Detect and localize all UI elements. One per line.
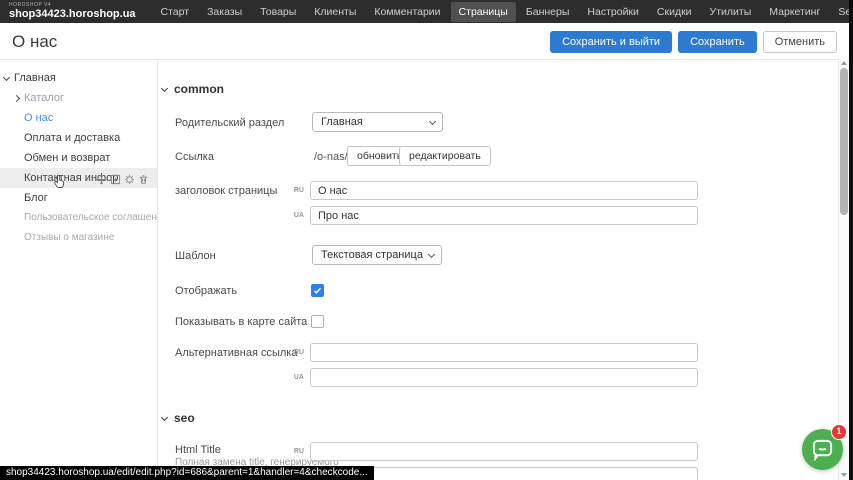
chevron-down-icon	[161, 85, 168, 92]
chevron-down-icon	[429, 118, 436, 125]
html-title-ru-input[interactable]	[310, 442, 698, 461]
screen-edge-strip	[849, 0, 853, 480]
sidebar-item-o-nas[interactable]: О нас	[0, 108, 157, 128]
menu-item-zakazy[interactable]: Заказы	[199, 2, 250, 22]
field-label-html-title: Html Title	[175, 444, 221, 456]
sidebar-item-label: О нас	[0, 112, 53, 124]
sidebar-item-oplata-i-dostavka[interactable]: Оплата и доставка	[0, 128, 157, 148]
lang-tag-ua: UA	[288, 212, 304, 219]
page-title-ua-input[interactable]	[310, 206, 698, 225]
section-label: common	[174, 82, 224, 96]
scroll-down-icon[interactable]	[841, 473, 847, 477]
sidebar-item-label: Обмен и возврат	[0, 152, 110, 164]
scrollbar-thumb[interactable]	[840, 68, 848, 215]
field-label-alt-link: Альтернативная ссылка	[175, 347, 297, 359]
menu-item-tovary[interactable]: Товары	[252, 2, 304, 22]
link-edit-button[interactable]: редактировать	[399, 146, 491, 166]
field-label-parent-section: Родительский раздел	[175, 117, 284, 129]
section-label: seo	[174, 411, 195, 425]
chat-notification-badge: 1	[831, 424, 847, 440]
menu-item-bannery[interactable]: Баннеры	[518, 2, 578, 22]
alt-link-ua-input[interactable]	[310, 368, 698, 387]
sidebar-item-label: Блог	[0, 192, 48, 204]
menu-item-stranitsy[interactable]: Страницы	[451, 2, 516, 22]
field-label-link: Ссылка	[175, 151, 214, 163]
sidebar-item-glavnaya[interactable]: Главная	[0, 68, 157, 88]
logo[interactable]: HOROSHOP V4 shop34423.horoshop.ua	[9, 3, 136, 20]
settings-icon[interactable]	[124, 172, 135, 183]
menu-item-kommentarii[interactable]: Комментарии	[366, 2, 448, 22]
scroll-up-icon[interactable]	[841, 61, 847, 65]
parent-section-select[interactable]: Главная	[312, 112, 443, 132]
sidebar-item-otzyvy-o-magazine[interactable]: Отзывы о магазине	[0, 228, 157, 248]
header-actions: Сохранить и выйти Сохранить Отменить	[550, 31, 837, 53]
sidebar-item-label: Отзывы о магазине	[0, 232, 114, 243]
menu-item-nastroyki[interactable]: Настройки	[579, 2, 647, 22]
menu-item-utility[interactable]: Утилиты	[702, 2, 760, 22]
logo-domain: shop34423.horoshop.ua	[9, 9, 136, 20]
pages-tree-sidebar: Главная Каталог О нас Оплата и доставка …	[0, 60, 157, 480]
page-title: О нас	[12, 32, 57, 52]
chat-bubble-icon	[811, 438, 834, 461]
template-select[interactable]: Текстовая страница	[312, 245, 442, 265]
sidebar-divider	[157, 60, 158, 480]
menu-item-skidki[interactable]: Скидки	[649, 2, 700, 22]
lang-tag-ru: RU	[288, 448, 304, 455]
field-label-page-title: заголовок страницы	[175, 185, 277, 197]
page-header: О нас Сохранить и выйти Сохранить Отмени…	[0, 23, 853, 60]
field-label-display: Отображать	[175, 285, 237, 297]
sidebar-item-label: Каталог	[0, 92, 64, 104]
field-label-template: Шаблон	[175, 250, 216, 262]
select-value: Главная	[321, 116, 363, 128]
sidebar-item-polzovatelskoe-soglashenie[interactable]: Пользовательское соглашение	[0, 208, 157, 228]
sidebar-item-kontaktnaya-infor[interactable]: Контактная инфор	[0, 168, 157, 188]
menu-item-klienty[interactable]: Клиенты	[306, 2, 364, 22]
save-button[interactable]: Сохранить	[678, 31, 757, 53]
section-common[interactable]: common	[162, 82, 224, 96]
page-title-ru-input[interactable]	[310, 181, 698, 200]
lang-tag-ru: RU	[288, 349, 304, 356]
status-bar-url: shop34423.horoshop.ua/edit/edit.php?id=6…	[0, 466, 374, 480]
menu-item-start[interactable]: Старт	[153, 2, 198, 22]
add-icon[interactable]	[110, 172, 121, 183]
move-icon[interactable]	[96, 172, 107, 183]
sidebar-item-katalog[interactable]: Каталог	[0, 88, 157, 108]
sidebar-item-obmen-i-vozvrat[interactable]: Обмен и возврат	[0, 148, 157, 168]
sidebar-item-blog[interactable]: Блог	[0, 188, 157, 208]
select-value: Текстовая страница	[321, 249, 423, 261]
link-value: /o-nas/	[314, 151, 348, 163]
trash-icon[interactable]	[138, 172, 149, 183]
menu-item-marketing[interactable]: Маркетинг	[761, 2, 828, 22]
lang-tag-ua: UA	[288, 374, 304, 381]
display-checkbox[interactable]	[311, 284, 324, 297]
topbar: HOROSHOP V4 shop34423.horoshop.ua Старт …	[0, 0, 853, 23]
chevron-down-icon	[161, 414, 168, 421]
tree-row-actions	[96, 172, 149, 183]
alt-link-ru-input[interactable]	[310, 343, 698, 362]
cancel-button[interactable]: Отменить	[763, 31, 837, 53]
sidebar-item-label: Оплата и доставка	[0, 132, 120, 144]
save-and-exit-button[interactable]: Сохранить и выйти	[550, 31, 672, 53]
lang-tag-ru: RU	[288, 187, 304, 194]
sitemap-checkbox[interactable]	[311, 315, 324, 328]
app-root: HOROSHOP V4 shop34423.horoshop.ua Старт …	[0, 0, 853, 480]
vertical-scrollbar[interactable]	[838, 58, 849, 480]
main-menu: Старт Заказы Товары Клиенты Комментарии …	[152, 0, 853, 23]
sidebar-item-label: Пользовательское соглашение	[0, 212, 157, 223]
field-label-sitemap: Показывать в карте сайта	[175, 316, 307, 328]
chevron-down-icon	[428, 251, 435, 258]
section-seo[interactable]: seo	[162, 411, 195, 425]
